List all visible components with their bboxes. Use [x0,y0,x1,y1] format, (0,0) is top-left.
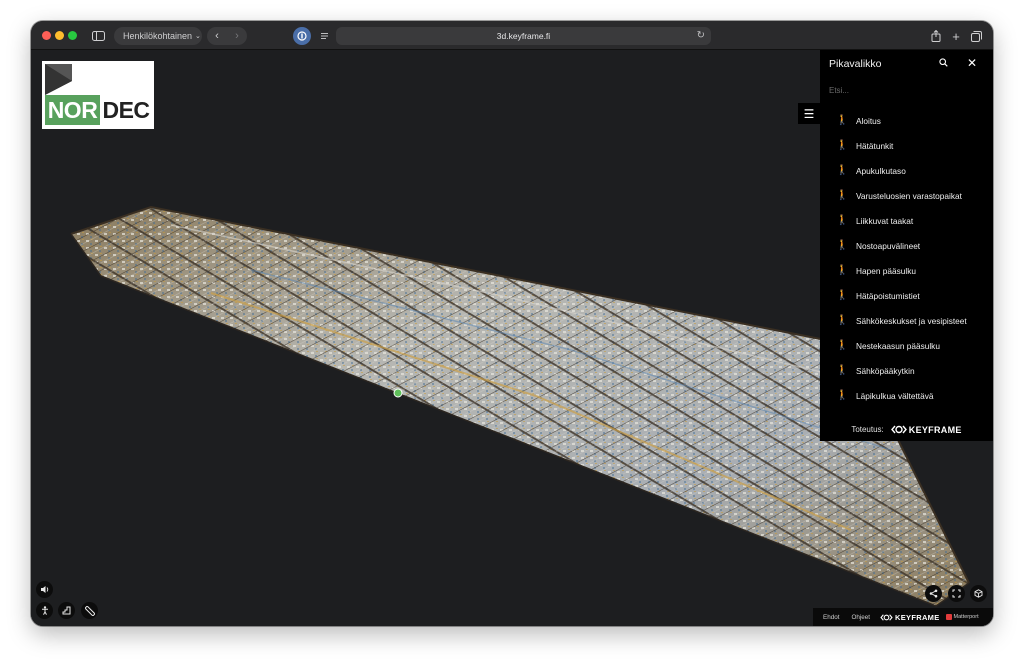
quick-menu-list: 🚶 Aloitus 🚶 Hätätunkit 🚶 Apukulkutaso 🚶 Varu… [820,108,993,408]
quick-menu-panel: Pikavalikko ✕ 🚶Aloitus 🚶Hätätunkit 🚶Apuk… [820,50,993,441]
reader-icon[interactable] [316,27,332,45]
menu-item[interactable]: 🚶 Varusteluosien varastopaikat [820,183,993,208]
hamburger-icon: ☰ [803,106,815,121]
logo-text-nor: NOR [45,95,100,125]
menu-item[interactable]: 🚶 Apukulkutaso [820,158,993,183]
sidebar-toggle-button[interactable] [87,27,109,45]
speaker-icon [40,586,48,593]
back-button[interactable]: ‹ [207,30,227,42]
forward-button[interactable]: › [227,30,247,42]
profile-button[interactable]: Henkilökohtainen ⌄ [114,27,202,45]
sidebar-icon [91,31,105,41]
menu-item[interactable]: 🚶 Sähköpääkytkin [820,358,993,383]
profile-label: Henkilökohtainen [123,31,193,41]
walking-person-icon: 🚶 [836,140,849,151]
navigation-buttons: ‹ › [207,27,247,45]
search-input[interactable] [829,83,979,97]
walking-person-icon: 🚶 [836,390,849,401]
menu-item[interactable]: 🚶 Hätäpoistumistiet [820,283,993,308]
address-bar[interactable]: 3d.keyframe.fi ↻ [336,27,711,45]
title-bar: Henkilökohtainen ⌄ ‹ › 3d.keyframe.fi ↻ … [31,21,993,50]
cube-icon [974,589,983,598]
share-view-button[interactable] [925,585,942,602]
tabs-icon [970,30,982,42]
matterport-logo[interactable]: Matterport [945,614,979,620]
walking-person-icon: 🚶 [836,315,849,326]
walking-person-icon: 🚶 [836,240,849,251]
panel-footer: Toteutus: KEYFRAME [820,418,993,441]
keyframe-mark-icon [880,613,893,621]
menu-toggle-button[interactable]: ☰ [798,103,820,124]
walking-person-icon: 🚶 [836,215,849,226]
logo-text-dec: DEC [102,97,150,123]
menu-item[interactable]: 🚶 Hätätunkit [820,133,993,158]
fullscreen-icon [952,589,961,598]
reload-icon[interactable]: ↻ [697,30,705,41]
menu-item[interactable]: 🚶 Sähkökeskukset ja vesipisteet [820,308,993,333]
share-button[interactable] [928,27,944,45]
keyframe-logo-footer[interactable]: KEYFRAME [880,613,940,622]
keyframe-mark-icon [890,425,907,434]
sound-button[interactable] [36,581,53,598]
person-icon [41,606,48,615]
walking-person-icon: 🚶 [836,190,849,201]
bottom-bar: Ehdot Ohjeet KEYFRAME Matterport [813,608,993,626]
chevron-down-icon: ⌄ [195,33,201,40]
menu-item[interactable]: 🚶 Nostoapuvälineet [820,233,993,258]
matterport-icon [945,614,952,620]
zoom-window-button[interactable] [68,31,77,40]
menu-item[interactable]: 🚶 Liikkuvat taakat [820,208,993,233]
walking-person-icon: 🚶 [836,290,849,301]
measure-button[interactable] [81,602,98,619]
walking-person-icon: 🚶 [836,165,849,176]
help-link[interactable]: Ohjeet [845,614,876,621]
share-icon [929,589,938,598]
floorplan-icon [62,606,71,615]
walking-person-icon: 🚶 [836,340,849,351]
nordec-logo: NOR DEC [42,61,154,129]
keyframe-logo[interactable]: KEYFRAME [890,425,962,435]
share-icon [931,30,941,42]
url-text: 3d.keyframe.fi [496,31,551,41]
fullscreen-button[interactable] [948,585,965,602]
walking-person-icon: 🚶 [836,115,849,126]
new-tab-button[interactable]: + [949,27,963,45]
walkthrough-button[interactable] [36,602,53,619]
plus-icon: + [952,28,960,44]
floorplan-button[interactable] [58,602,75,619]
close-window-button[interactable] [42,31,51,40]
menu-item[interactable]: 🚶 Läpikulkua vältettävä [820,383,993,408]
menu-item[interactable]: 🚶 Nestekaasun pääsulku [820,333,993,358]
terms-link[interactable]: Ehdot [817,614,845,621]
page-content: NOR DEC ☰ Pikavalikko ✕ 🚶Aloitus 🚶Hätätu… [31,50,993,626]
close-icon[interactable]: ✕ [967,56,977,70]
minimize-window-button[interactable] [55,31,64,40]
browser-window: Henkilökohtainen ⌄ ‹ › 3d.keyframe.fi ↻ … [31,21,993,626]
panel-title: Pikavalikko [829,58,882,70]
password-extension-icon[interactable] [293,27,311,45]
dollhouse-button[interactable] [970,585,987,602]
menu-item[interactable]: 🚶 Hapen pääsulku [820,258,993,283]
footer-prefix: Toteutus: [851,425,884,434]
walking-person-icon: 🚶 [836,365,849,376]
search-icon[interactable] [939,58,948,70]
ruler-icon [84,605,95,616]
menu-item[interactable]: 🚶 Aloitus [820,108,993,133]
walking-person-icon: 🚶 [836,265,849,276]
tab-overview-button[interactable] [968,27,984,45]
